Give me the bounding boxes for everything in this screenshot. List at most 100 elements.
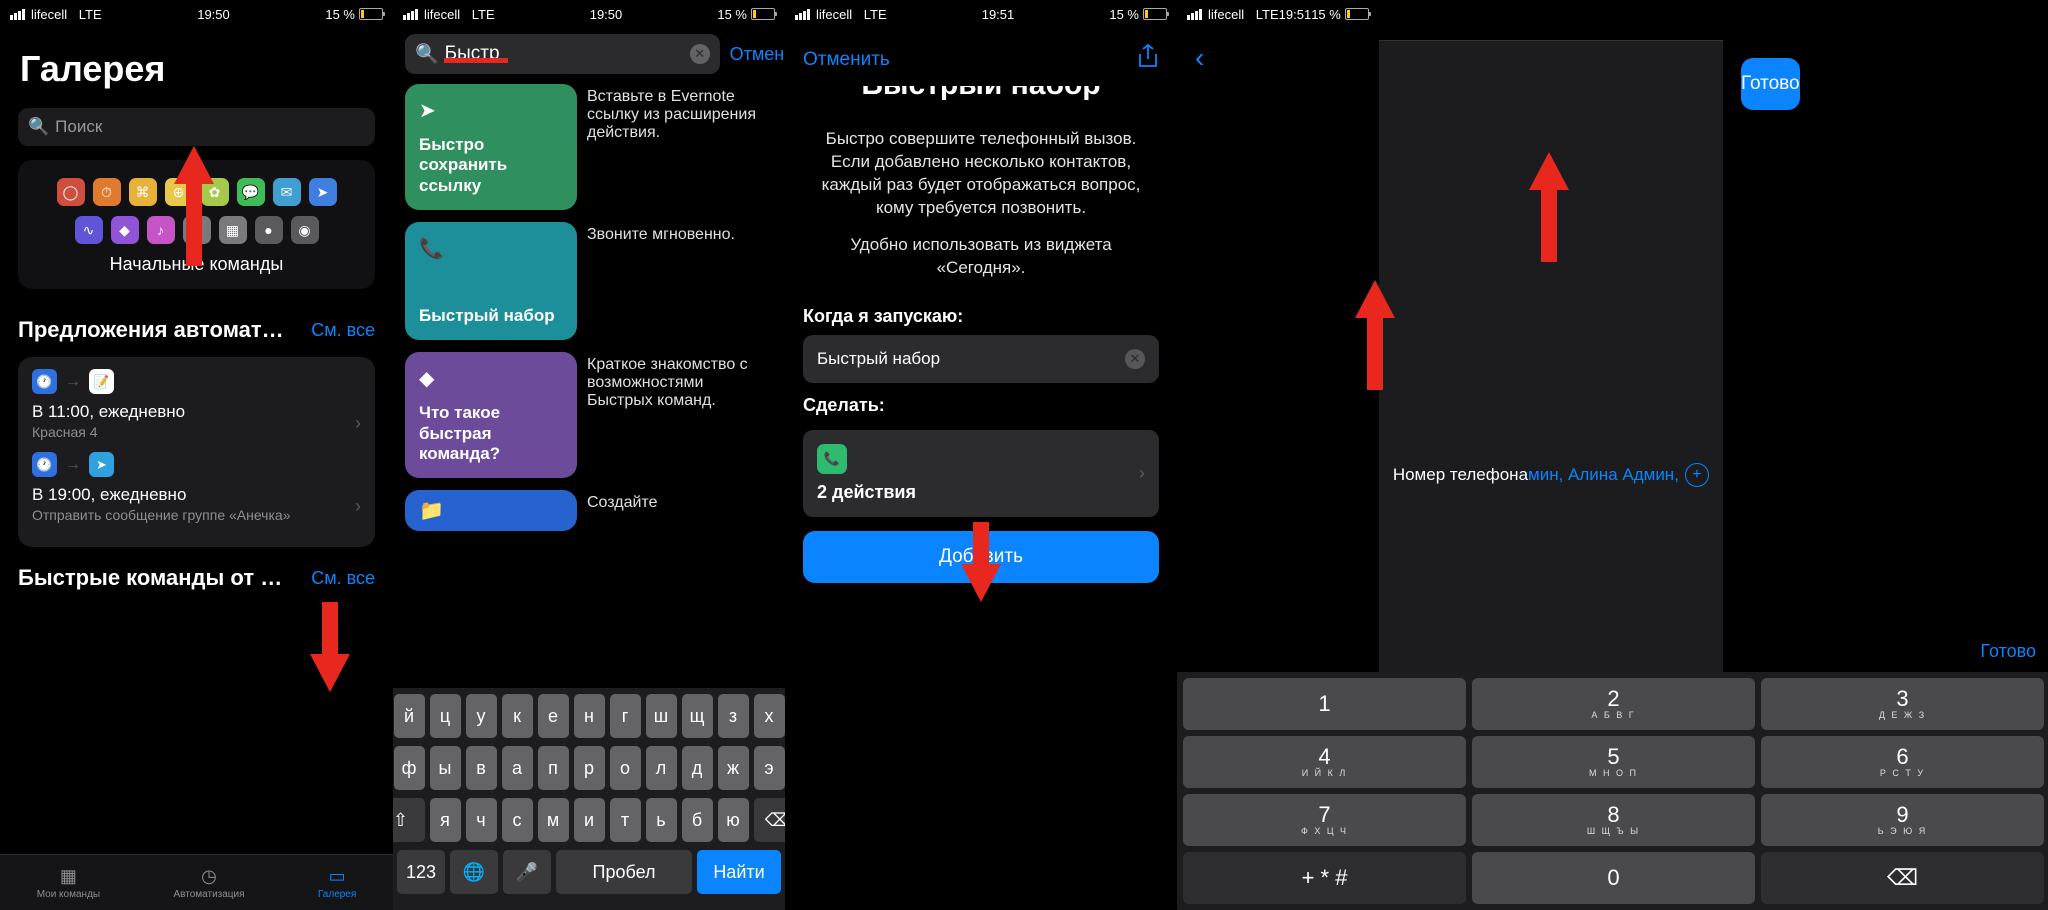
key-й[interactable]: й bbox=[394, 694, 425, 738]
numkey-5[interactable]: 5М Н О П bbox=[1472, 736, 1755, 788]
result-card[interactable]: ➤ Быстро сохранить ссылку bbox=[405, 84, 577, 210]
key-з[interactable]: з bbox=[718, 694, 749, 738]
key-ч[interactable]: ч bbox=[466, 798, 497, 842]
numbers-key[interactable]: 123 bbox=[397, 850, 445, 894]
key-ш[interactable]: ш bbox=[646, 694, 677, 738]
page-title: Галерея bbox=[0, 28, 393, 100]
phone-icon: 📞 bbox=[817, 444, 847, 474]
key-ф[interactable]: ф bbox=[394, 746, 425, 790]
chevron-right-icon: › bbox=[355, 413, 361, 434]
chevron-right-icon: › bbox=[1139, 463, 1145, 484]
key-с[interactable]: с bbox=[502, 798, 533, 842]
status-bar: lifecell LTE 19:50 15 % bbox=[0, 0, 393, 28]
clear-icon[interactable]: ✕ bbox=[690, 44, 710, 64]
numkey-⌫[interactable]: ⌫ bbox=[1761, 852, 2044, 904]
layers-icon: ◆ bbox=[419, 366, 563, 391]
space-key[interactable]: Пробел bbox=[556, 850, 692, 894]
done-button[interactable]: Готово bbox=[1741, 58, 1800, 110]
annotation-arrow bbox=[310, 602, 350, 692]
key-э[interactable]: э bbox=[754, 746, 785, 790]
numkey-9[interactable]: 9Ь Э Ю Я bbox=[1761, 794, 2044, 846]
see-all-link[interactable]: См. все bbox=[311, 568, 375, 589]
add-contact-icon[interactable]: + bbox=[1685, 463, 1709, 487]
key-г[interactable]: г bbox=[610, 694, 641, 738]
back-button[interactable]: ‹ bbox=[1177, 28, 1222, 88]
numkey-8[interactable]: 8Ш Щ Ъ Ы bbox=[1472, 794, 1755, 846]
annotation-arrow bbox=[1529, 152, 1569, 262]
key-к[interactable]: к bbox=[502, 694, 533, 738]
tab-my-shortcuts[interactable]: ▦Мои команды bbox=[37, 866, 100, 900]
globe-key[interactable]: 🌐 bbox=[450, 850, 498, 894]
clear-icon[interactable]: ✕ bbox=[1125, 349, 1145, 369]
key-ц[interactable]: ц bbox=[430, 694, 461, 738]
key-м[interactable]: м bbox=[538, 798, 569, 842]
numkey-3[interactable]: 3Д Е Ж З bbox=[1761, 678, 2044, 730]
numkey-+ * #[interactable]: + * # bbox=[1183, 852, 1466, 904]
key-д[interactable]: д bbox=[682, 746, 713, 790]
annotation-arrow bbox=[174, 146, 214, 266]
shift-key[interactable]: ⇧ bbox=[393, 798, 425, 842]
cancel-button[interactable]: Отменить bbox=[803, 49, 890, 71]
key-е[interactable]: е bbox=[538, 694, 569, 738]
numkey-0[interactable]: 0 bbox=[1472, 852, 1755, 904]
numkey-7[interactable]: 7Ф Х Ц Ч bbox=[1183, 794, 1466, 846]
key-о[interactable]: о bbox=[610, 746, 641, 790]
share-icon[interactable] bbox=[1137, 44, 1159, 76]
key-у[interactable]: у bbox=[466, 694, 497, 738]
keyboard-done-button[interactable]: Готово bbox=[1980, 641, 2036, 662]
key-и[interactable]: и bbox=[574, 798, 605, 842]
annotation-arrow bbox=[1355, 280, 1395, 390]
tab-gallery[interactable]: ▭Галерея bbox=[318, 866, 356, 900]
actions-row[interactable]: 📞 2 действия › bbox=[803, 430, 1159, 517]
numkey-1[interactable]: 1 bbox=[1183, 678, 1466, 730]
paper-plane-icon: ➤ bbox=[419, 98, 563, 123]
key-я[interactable]: я bbox=[430, 798, 461, 842]
phone-icon: 📞 bbox=[419, 236, 563, 261]
key-а[interactable]: а bbox=[502, 746, 533, 790]
backspace-key[interactable]: ⌫ bbox=[754, 798, 786, 842]
key-ь[interactable]: ь bbox=[646, 798, 677, 842]
numkey-4[interactable]: 4И Й К Л bbox=[1183, 736, 1466, 788]
key-н[interactable]: н bbox=[574, 694, 605, 738]
key-б[interactable]: б bbox=[682, 798, 713, 842]
cancel-button[interactable]: Отменить bbox=[730, 44, 785, 65]
shortcut-description-2: Удобно использовать из виджета «Сегодня»… bbox=[785, 234, 1177, 294]
result-card[interactable]: 📞 Быстрый набор bbox=[405, 222, 577, 340]
key-л[interactable]: л bbox=[646, 746, 677, 790]
key-ы[interactable]: ы bbox=[430, 746, 461, 790]
shortcut-name-input[interactable]: Быстрый набор ✕ bbox=[803, 335, 1159, 383]
search-input[interactable]: 🔍 ✕ bbox=[405, 34, 720, 74]
shortcut-description: Быстро совершите телефонный вызов. Если … bbox=[785, 118, 1177, 234]
annotation-underline bbox=[444, 58, 508, 63]
key-щ[interactable]: щ bbox=[682, 694, 713, 738]
numpad: 12А Б В Г3Д Е Ж З 4И Й К Л5М Н О П6Р С Т … bbox=[1177, 672, 2048, 910]
automation-card[interactable]: 🕐 → 📝 В 11:00, ежедневно Красная 4 › 🕐 →… bbox=[18, 357, 375, 547]
telegram-icon: ➤ bbox=[89, 452, 114, 477]
find-key[interactable]: Найти bbox=[697, 850, 781, 894]
numkey-6[interactable]: 6Р С Т У bbox=[1761, 736, 2044, 788]
key-ж[interactable]: ж bbox=[718, 746, 749, 790]
status-bar: lifecell LTE 19:50 15 % bbox=[393, 0, 785, 28]
result-card[interactable]: ◆ Что такое быстрая команда? bbox=[405, 352, 577, 478]
numkey-2[interactable]: 2А Б В Г bbox=[1472, 678, 1755, 730]
result-card[interactable]: 📁 bbox=[405, 490, 577, 531]
search-input[interactable]: 🔍 Поиск bbox=[18, 108, 375, 146]
search-icon: 🔍 bbox=[415, 42, 439, 66]
tab-automation[interactable]: ◷Автоматизация bbox=[173, 866, 244, 900]
key-ю[interactable]: ю bbox=[718, 798, 749, 842]
shortcut-title: Быстрый набор bbox=[785, 86, 1177, 118]
key-р[interactable]: р bbox=[574, 746, 605, 790]
folder-icon: 📁 bbox=[419, 498, 563, 523]
key-т[interactable]: т bbox=[610, 798, 641, 842]
key-в[interactable]: в bbox=[466, 746, 497, 790]
clock-icon: 🕐 bbox=[32, 369, 57, 394]
when-label: Когда я запускаю: bbox=[785, 294, 1177, 335]
status-bar: lifecell LTE 19:51 15 % bbox=[1177, 0, 1379, 28]
do-label: Сделать: bbox=[785, 383, 1177, 424]
key-х[interactable]: х bbox=[754, 694, 785, 738]
key-п[interactable]: п bbox=[538, 746, 569, 790]
see-all-link[interactable]: См. все bbox=[311, 320, 375, 341]
keyboard: йцукенгшщзх фывапролджэ ⇧ ячсмитьбю ⌫ 12… bbox=[393, 688, 785, 910]
section-heading: Быстрые команды от п… bbox=[18, 565, 288, 591]
mic-key[interactable]: 🎤 bbox=[503, 850, 551, 894]
